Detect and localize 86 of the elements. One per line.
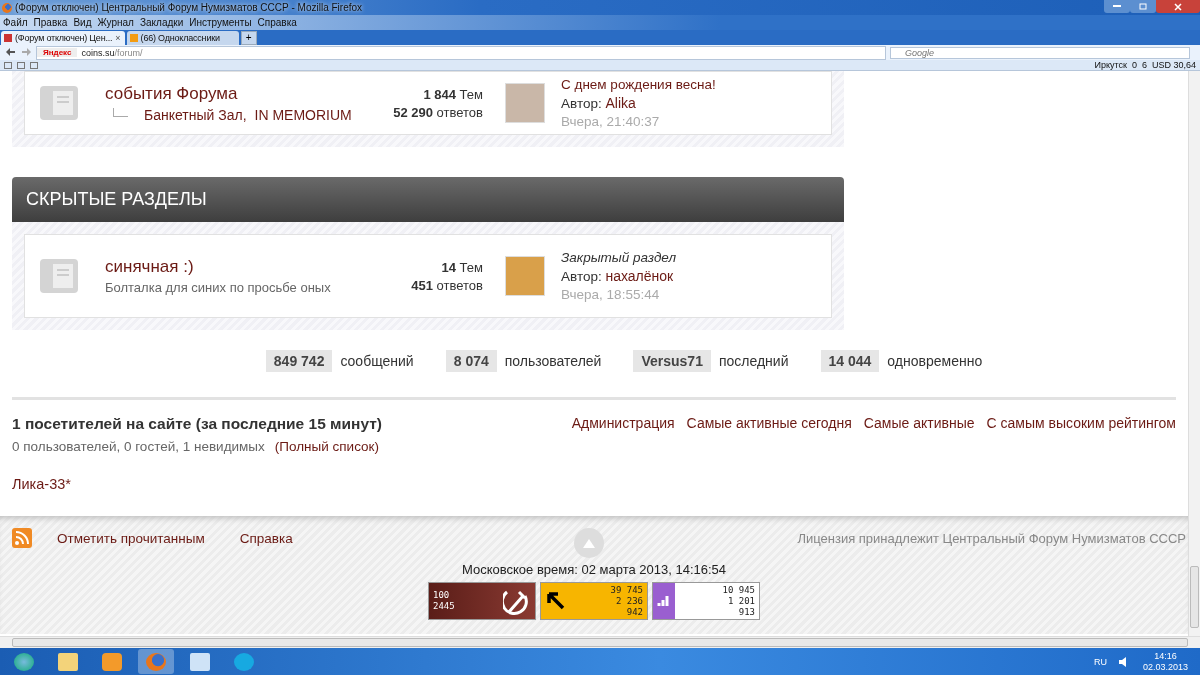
- restore-icon: [1139, 3, 1147, 10]
- counter-text: 39 745 2 236 942: [610, 584, 643, 618]
- full-list-link[interactable]: (Полный список): [274, 439, 379, 454]
- topics-count: 1 844 Тем: [423, 86, 483, 102]
- author-link[interactable]: Alika: [605, 95, 636, 111]
- menu-item[interactable]: Закладки: [139, 17, 184, 28]
- maximize-button[interactable]: [1130, 0, 1156, 13]
- ranking-link[interactable]: Самые активные сегодня: [686, 415, 852, 454]
- language-indicator[interactable]: RU: [1093, 656, 1107, 667]
- subforum-link[interactable]: Банкетный Зал,: [144, 106, 247, 123]
- counter-badge[interactable]: 39 745 2 236 942: [540, 582, 648, 620]
- bars-icon: [657, 594, 671, 608]
- menu-item[interactable]: Журнал: [97, 17, 134, 28]
- stat-label: одновременно: [887, 353, 983, 369]
- menu-item[interactable]: Правка: [33, 17, 68, 28]
- online-summary: 0 пользователей, 0 гостей, 1 невидимых: [12, 439, 265, 454]
- topics-count: 14 Тем: [441, 259, 483, 275]
- posts-count: 451 ответов: [411, 277, 483, 293]
- online-title: 1 посетителей на сайте (за последние 15 минут): [12, 415, 383, 433]
- favicon-icon: [4, 34, 12, 42]
- forum-title-link[interactable]: синячная :): [105, 257, 375, 277]
- address-field[interactable]: Яндекс coins.su/forum/: [36, 45, 886, 60]
- tab-close-button[interactable]: ×: [115, 33, 121, 43]
- counter-text: 100 2445: [433, 590, 455, 612]
- forum-description: Болталка для синих по просьбе оных: [105, 280, 332, 295]
- stat-label: последний: [718, 353, 789, 369]
- new-tab-button[interactable]: +: [240, 31, 257, 45]
- post-time: Вчера, 18:55:44: [561, 287, 661, 302]
- post-time: Вчера, 21:40:37: [561, 114, 661, 129]
- close-button[interactable]: [1156, 0, 1200, 13]
- stat-label: сообщений: [340, 353, 414, 369]
- ranking-link[interactable]: Администрация: [571, 415, 675, 454]
- back-button[interactable]: [4, 47, 16, 58]
- last-post-link[interactable]: С днем рождения весна!: [561, 77, 831, 92]
- notebook-icon: [39, 85, 79, 121]
- menu-item[interactable]: Вид: [73, 17, 92, 28]
- forward-button[interactable]: [20, 47, 32, 58]
- menu-item[interactable]: Инструменты: [189, 17, 252, 28]
- stat-value: 849 742: [265, 350, 333, 372]
- stat-label: пользователей: [504, 353, 602, 369]
- user-link[interactable]: Лика-33*: [12, 476, 71, 492]
- weather-city[interactable]: Иркутск: [1094, 60, 1127, 70]
- post-author: Автор: Alika: [561, 95, 637, 111]
- mail-count[interactable]: 6: [1141, 60, 1147, 70]
- counter-badge[interactable]: 100 2445: [428, 582, 536, 620]
- menu-item[interactable]: Файл: [3, 17, 28, 28]
- posts-count: 52 290 ответов: [393, 104, 483, 120]
- branch-icon: [113, 108, 128, 117]
- photo-placeholder: [505, 83, 545, 123]
- subforum-link[interactable]: IN MEMORIUM: [254, 106, 352, 123]
- close-icon: [1174, 2, 1182, 11]
- rss-icon[interactable]: [12, 528, 32, 548]
- moscow-time: Московское время: 02 марта 2013, 14:16:54: [461, 562, 727, 577]
- favicon-icon: [129, 34, 138, 42]
- notebook-icon: [39, 258, 79, 294]
- footer-link[interactable]: Отметить прочитанным: [57, 530, 205, 546]
- stat-value: 8 074: [445, 350, 497, 372]
- yandex-logo: Яндекс: [37, 48, 78, 57]
- ranking-link[interactable]: С самым высоким рейтингом: [986, 415, 1176, 454]
- vertical-scrollbar[interactable]: [1188, 71, 1200, 636]
- photo-placeholder: [505, 256, 545, 296]
- clock[interactable]: 14:16 02.03.2013: [1142, 650, 1188, 673]
- browser-tab[interactable]: (Форум отключен) Цен... ×: [1, 31, 125, 45]
- stat-value: Versus71: [633, 350, 711, 372]
- section-header: СКРЫТЫЕ РАЗДЕЛЫ: [12, 177, 844, 222]
- ranking-link[interactable]: Самые активные: [863, 415, 975, 454]
- weather-reading[interactable]: 0: [1131, 60, 1137, 70]
- horizontal-scrollbar[interactable]: [0, 636, 1200, 648]
- author-link[interactable]: нахалёнок: [605, 268, 674, 284]
- menu-item[interactable]: Справка: [257, 17, 297, 28]
- post-author: Автор: нахалёнок: [561, 268, 675, 284]
- up-triangle-icon: [583, 538, 595, 548]
- arrow-icon: [545, 590, 567, 612]
- currency-rate[interactable]: USD 30,64: [1151, 60, 1196, 70]
- search-field[interactable]: Google: [890, 46, 1190, 59]
- forum-title-link[interactable]: события Форума: [105, 83, 375, 104]
- counter-badge[interactable]: 10 945 1 201 913: [652, 582, 760, 620]
- minimize-icon: [1113, 5, 1121, 8]
- window-title: (Форум отключен) Центральный Форум Нумизматов СССР - Mozilla Firefox: [15, 2, 363, 13]
- closed-section-label: Закрытый раздел: [561, 250, 678, 265]
- minimize-button[interactable]: [1104, 0, 1130, 13]
- stat-value: 14 044: [820, 350, 880, 372]
- counter-text: 10 945 1 201 913: [722, 584, 755, 618]
- license-text: Лицензия принадлежит Центральный Форум Нумизматов СССР: [797, 530, 1186, 546]
- browser-tab[interactable]: (66) Одноклассники: [126, 31, 239, 45]
- footer-link[interactable]: Справка: [239, 530, 293, 546]
